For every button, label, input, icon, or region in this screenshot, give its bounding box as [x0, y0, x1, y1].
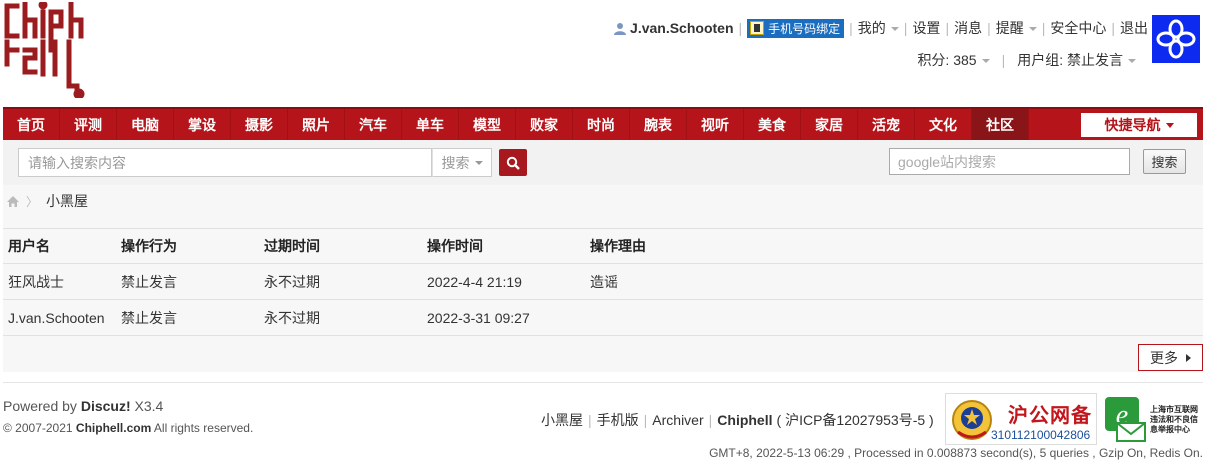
- quick-nav-button[interactable]: 快捷导航: [1081, 113, 1197, 137]
- icp-link[interactable]: ( 沪ICP备12027953号-5 ): [777, 410, 934, 430]
- nav-item[interactable]: 摄影: [231, 109, 288, 140]
- username-cell[interactable]: J.van.Schooten: [3, 299, 116, 336]
- breadcrumb-current[interactable]: 小黑屋: [46, 191, 88, 211]
- footer-link-archiver[interactable]: Archiver: [652, 412, 703, 428]
- server-stats: GMT+8, 2022-5-13 06:29 , Processed in 0.…: [709, 446, 1203, 460]
- search-type-select[interactable]: 搜索: [432, 148, 492, 177]
- caret-down-icon: [1165, 122, 1174, 128]
- caret-down-icon: [1128, 59, 1136, 64]
- footer-links: 小黑屋 | 手机版 | Archiver | Chiphell ( 沪ICP备1…: [541, 410, 934, 430]
- header: J.van.Schooten | 手机号码绑定 | 我的 | 设置 | 消息 |…: [0, 0, 1206, 107]
- caret-down-icon: [474, 160, 483, 165]
- nav-item[interactable]: 文化: [915, 109, 972, 140]
- points-menu[interactable]: 积分: 385: [917, 50, 990, 70]
- police-record-badge[interactable]: 沪公网备 310112100042806: [945, 393, 1097, 445]
- caret-down-icon: [1028, 27, 1037, 32]
- column-header: 操作理由: [585, 228, 1203, 264]
- breadcrumb: 〉 小黑屋: [3, 185, 1203, 217]
- avatar[interactable]: [1152, 15, 1200, 63]
- table-header-row: 用户名 操作行为 过期时间 操作时间 操作理由: [3, 228, 1203, 264]
- nav-item[interactable]: 照片: [288, 109, 345, 140]
- blacklist-table: 用户名 操作行为 过期时间 操作时间 操作理由 狂风战士 禁止发言 永不过期 2022-4-4…: [3, 228, 1203, 336]
- column-header: 过期时间: [259, 228, 422, 264]
- powered-by: Powered by Discuz! X3.4: [3, 398, 164, 414]
- usergroup-menu[interactable]: 用户组: 禁止发言: [1017, 50, 1136, 70]
- search-icon: [506, 156, 520, 170]
- google-search-input[interactable]: google站内搜索: [889, 148, 1130, 175]
- messages-link[interactable]: 消息: [954, 18, 982, 38]
- column-header: 操作行为: [116, 228, 259, 264]
- nav-item[interactable]: 家居: [801, 109, 858, 140]
- more-button[interactable]: 更多: [1138, 344, 1203, 371]
- table-cell: 2022-3-31 09:27: [422, 299, 585, 336]
- report-center-badge[interactable]: e 上海市互联网违法和不良信息举报中心: [1103, 393, 1203, 445]
- table-cell: 永不过期: [259, 263, 422, 300]
- nav-item[interactable]: 视听: [687, 109, 744, 140]
- footer-link-blacklist[interactable]: 小黑屋: [541, 410, 583, 430]
- table-row: J.van.Schooten 禁止发言 永不过期 2022-3-31 09:27: [3, 299, 1203, 336]
- nav-item[interactable]: 电脑: [117, 109, 174, 140]
- nav-item[interactable]: 模型: [459, 109, 516, 140]
- police-emblem-icon: [952, 400, 992, 440]
- table-cell: 禁止发言: [116, 299, 259, 336]
- nav-item[interactable]: 时尚: [573, 109, 630, 140]
- copyright: © 2007-2021 Chiphell.com All rights rese…: [3, 421, 254, 435]
- column-header: 操作时间: [422, 228, 585, 264]
- chiphell-logo[interactable]: [3, 2, 85, 98]
- site-link[interactable]: Chiphell.com: [76, 421, 151, 435]
- username-link[interactable]: J.van.Schooten: [614, 20, 734, 36]
- table-cell: 禁止发言: [116, 263, 259, 300]
- reminders-menu[interactable]: 提醒: [996, 18, 1037, 38]
- username-cell[interactable]: 狂风战士: [3, 263, 116, 300]
- nav-item[interactable]: 社区: [972, 109, 1029, 140]
- table-cell: [585, 299, 1203, 336]
- my-menu[interactable]: 我的: [858, 18, 899, 38]
- caret-down-icon: [981, 59, 990, 64]
- nav-item[interactable]: 汽车: [345, 109, 402, 140]
- settings-link[interactable]: 设置: [912, 18, 940, 38]
- search-button[interactable]: [499, 149, 527, 176]
- logout-link[interactable]: 退出: [1120, 18, 1148, 38]
- table-cell: 造谣: [585, 263, 1203, 300]
- nav-item[interactable]: 活宠: [858, 109, 915, 140]
- arrow-right-icon: [1186, 353, 1191, 362]
- user-icon: [614, 22, 627, 35]
- bind-phone-button[interactable]: 手机号码绑定: [747, 18, 845, 38]
- discuz-link[interactable]: Discuz!: [81, 398, 131, 414]
- nav-item[interactable]: 单车: [402, 109, 459, 140]
- phone-icon: [750, 21, 765, 35]
- nav-item[interactable]: 首页: [3, 109, 60, 140]
- avatar-flower-icon: [1156, 19, 1196, 59]
- footer-link-mobile[interactable]: 手机版: [597, 410, 639, 430]
- report-center-icon: e: [1105, 397, 1146, 442]
- search-bar: 请输入搜索内容 搜索 google站内搜索 搜索: [3, 140, 1203, 185]
- footer: Powered by Discuz! X3.4 © 2007-2021 Chip…: [3, 382, 1203, 463]
- main-nav: 首页 评测 电脑 掌设 摄影 照片 汽车 单车 模型 败家 时尚 腕表 视听 美食 家居 活宠 文化 社区 快捷导…: [3, 107, 1203, 140]
- nav-item[interactable]: 美食: [744, 109, 801, 140]
- user-stats: 积分: 385 | 用户组: 禁止发言: [917, 50, 1136, 70]
- nav-item[interactable]: 败家: [516, 109, 573, 140]
- nav-item[interactable]: 掌设: [174, 109, 231, 140]
- table-cell: 2022-4-4 21:19: [422, 263, 585, 300]
- security-center-link[interactable]: 安全中心: [1050, 18, 1106, 38]
- caret-down-icon: [890, 27, 899, 32]
- user-menu: J.van.Schooten | 手机号码绑定 | 我的 | 设置 | 消息 |…: [614, 18, 1148, 38]
- table-cell: 永不过期: [259, 299, 422, 336]
- column-header: 用户名: [3, 228, 116, 264]
- search-input[interactable]: 请输入搜索内容: [18, 148, 432, 177]
- table-row: 狂风战士 禁止发言 永不过期 2022-4-4 21:19 造谣: [3, 263, 1203, 300]
- footer-site-name[interactable]: Chiphell: [717, 412, 772, 428]
- nav-item[interactable]: 腕表: [630, 109, 687, 140]
- nav-item[interactable]: 评测: [60, 109, 117, 140]
- home-icon[interactable]: [6, 195, 20, 208]
- google-search-button[interactable]: 搜索: [1143, 149, 1186, 174]
- blacklist-content: 用户名 操作行为 过期时间 操作时间 操作理由 狂风战士 禁止发言 永不过期 2022-4-4…: [3, 217, 1203, 372]
- breadcrumb-separator: 〉: [26, 194, 39, 209]
